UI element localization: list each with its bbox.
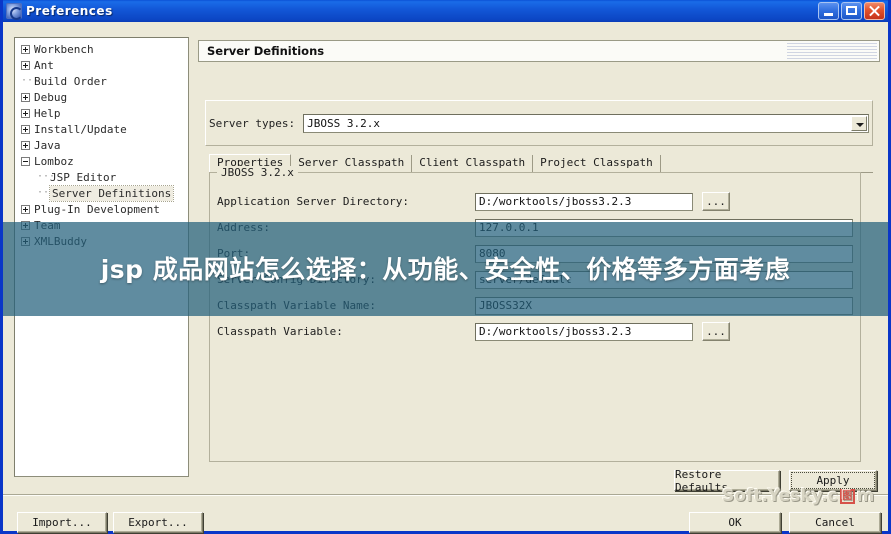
browse-directory-button[interactable]: ... xyxy=(702,192,730,211)
expand-plus-icon[interactable] xyxy=(21,220,30,230)
window-title: Preferences xyxy=(26,4,113,18)
properties-group-legend: JBOSS 3.2.x xyxy=(217,166,298,179)
tree-item-label: Server Definitions xyxy=(48,184,175,202)
server-types-row: Server types: JBOSS 3.2.x xyxy=(209,114,869,133)
pane-header: Server Definitions xyxy=(198,40,880,62)
tab-server-classpath[interactable]: Server Classpath xyxy=(291,155,413,172)
server-types-value: JBOSS 3.2.x xyxy=(307,117,380,130)
page-title: Server Definitions xyxy=(207,44,325,58)
tree-item-help[interactable]: Help xyxy=(15,105,188,121)
application-server-directory-input[interactable]: D:/worktools/jboss3.2.3 xyxy=(475,192,693,211)
tree-item-label: Java xyxy=(34,138,61,152)
expand-plus-icon[interactable] xyxy=(21,140,30,150)
tree-item-label: XMLBuddy xyxy=(34,234,87,248)
tree-leaf-icon: ··· xyxy=(37,171,56,182)
field-row-application-server-directory: Application Server Directory: D:/worktoo… xyxy=(217,192,853,211)
screenshot-root: Preferences Workbench Ant ··· Build Orde… xyxy=(0,0,891,534)
maximize-icon xyxy=(846,6,857,15)
minimize-icon xyxy=(824,13,833,16)
field-row-address: Address: 127.0.0.1 xyxy=(217,218,853,237)
server-config-directory-input[interactable]: server/default xyxy=(475,270,853,289)
tab-project-classpath[interactable]: Project Classpath xyxy=(533,155,661,172)
expand-plus-icon[interactable] xyxy=(21,236,30,246)
tree-item-xmlbuddy[interactable]: XMLBuddy xyxy=(15,233,188,249)
tree-leaf-icon: ··· xyxy=(37,187,56,198)
import-button[interactable]: Import... xyxy=(17,512,107,533)
tab-client-classpath[interactable]: Client Classpath xyxy=(412,155,534,172)
classpath-tabs: Properties Server Classpath Client Class… xyxy=(209,154,873,173)
properties-group-box xyxy=(209,172,861,462)
field-row-server-config-directory: Server Config Directory: server/default xyxy=(217,270,853,289)
classpath-variable-name-input[interactable]: JBOSS32X xyxy=(475,296,853,315)
cancel-button[interactable]: Cancel xyxy=(789,512,881,533)
port-input[interactable]: 8080 xyxy=(475,244,853,263)
ok-button[interactable]: OK xyxy=(689,512,781,533)
minimize-button[interactable] xyxy=(818,2,839,20)
tree-item-label: Workbench xyxy=(34,42,94,56)
footer-divider xyxy=(3,494,888,496)
server-types-dropdown[interactable]: JBOSS 3.2.x xyxy=(303,114,869,133)
field-label: Classpath Variable: xyxy=(217,325,343,338)
restore-defaults-button[interactable]: Restore Defaults xyxy=(674,468,780,494)
tree-item-label: Install/Update xyxy=(34,122,127,136)
field-label: Application Server Directory: xyxy=(217,195,410,208)
preferences-tree[interactable]: Workbench Ant ··· Build Order Debug Help xyxy=(14,37,189,477)
classpath-variable-input[interactable]: D:/worktools/jboss3.2.3 xyxy=(475,322,693,341)
field-label: Port: xyxy=(217,247,251,260)
tree-item-build-order[interactable]: ··· Build Order xyxy=(15,73,188,89)
expand-plus-icon[interactable] xyxy=(21,60,30,70)
tree-item-label: Debug xyxy=(34,90,68,104)
tree-item-label: Lomboz xyxy=(34,154,74,168)
tree-item-team[interactable]: Team xyxy=(15,217,188,233)
tree-item-server-definitions[interactable]: ··· Server Definitions xyxy=(15,184,188,202)
apply-button[interactable]: Apply xyxy=(789,470,877,491)
address-input[interactable]: 127.0.0.1 xyxy=(475,218,853,237)
dialog-client-area: Workbench Ant ··· Build Order Debug Help xyxy=(3,22,888,533)
tree-item-label: Ant xyxy=(34,58,54,72)
server-types-label: Server types: xyxy=(209,117,296,130)
tree-item-workbench[interactable]: Workbench xyxy=(15,41,188,57)
tree-item-ant[interactable]: Ant xyxy=(15,57,188,73)
field-row-classpath-variable-name: Classpath Variable Name: JBOSS32X xyxy=(217,296,853,315)
close-button[interactable] xyxy=(864,2,885,20)
chevron-down-icon[interactable] xyxy=(851,116,867,131)
maximize-button[interactable] xyxy=(841,2,862,20)
expand-plus-icon[interactable] xyxy=(21,204,30,214)
tree-item-debug[interactable]: Debug xyxy=(15,89,188,105)
eclipse-icon xyxy=(6,3,23,20)
tree-item-label: JSP Editor xyxy=(50,170,117,184)
field-row-classpath-variable: Classpath Variable: D:/worktools/jboss3.… xyxy=(217,322,853,341)
header-stripes-decoration xyxy=(787,43,877,60)
export-button[interactable]: Export... xyxy=(113,512,203,533)
tree-item-label: Help xyxy=(34,106,61,120)
window-titlebar[interactable]: Preferences xyxy=(3,0,888,22)
preferences-window: Preferences Workbench Ant ··· Build Orde… xyxy=(0,0,891,534)
expand-plus-icon[interactable] xyxy=(21,108,30,118)
browse-variable-button[interactable]: ... xyxy=(702,322,730,341)
tree-item-lomboz[interactable]: Lomboz xyxy=(15,153,188,169)
tree-item-label: Build Order xyxy=(34,74,107,88)
tree-leaf-icon: ··· xyxy=(21,75,40,86)
tree-item-label: Plug-In Development xyxy=(34,202,160,216)
tree-item-java[interactable]: Java xyxy=(15,137,188,153)
expand-plus-icon[interactable] xyxy=(21,92,30,102)
tree-item-plug-in-development[interactable]: Plug-In Development xyxy=(15,201,188,217)
field-label: Address: xyxy=(217,221,270,234)
expand-plus-icon[interactable] xyxy=(21,124,30,134)
tree-item-label: Team xyxy=(34,218,61,232)
window-controls xyxy=(818,2,885,20)
collapse-minus-icon[interactable] xyxy=(21,156,30,166)
tree-item-jsp-editor[interactable]: ··· JSP Editor xyxy=(15,169,188,185)
field-label: Classpath Variable Name: xyxy=(217,299,376,312)
field-row-port: Port: 8080 xyxy=(217,244,853,263)
expand-plus-icon[interactable] xyxy=(21,44,30,54)
field-label: Server Config Directory: xyxy=(217,273,376,286)
tree-item-install-update[interactable]: Install/Update xyxy=(15,121,188,137)
